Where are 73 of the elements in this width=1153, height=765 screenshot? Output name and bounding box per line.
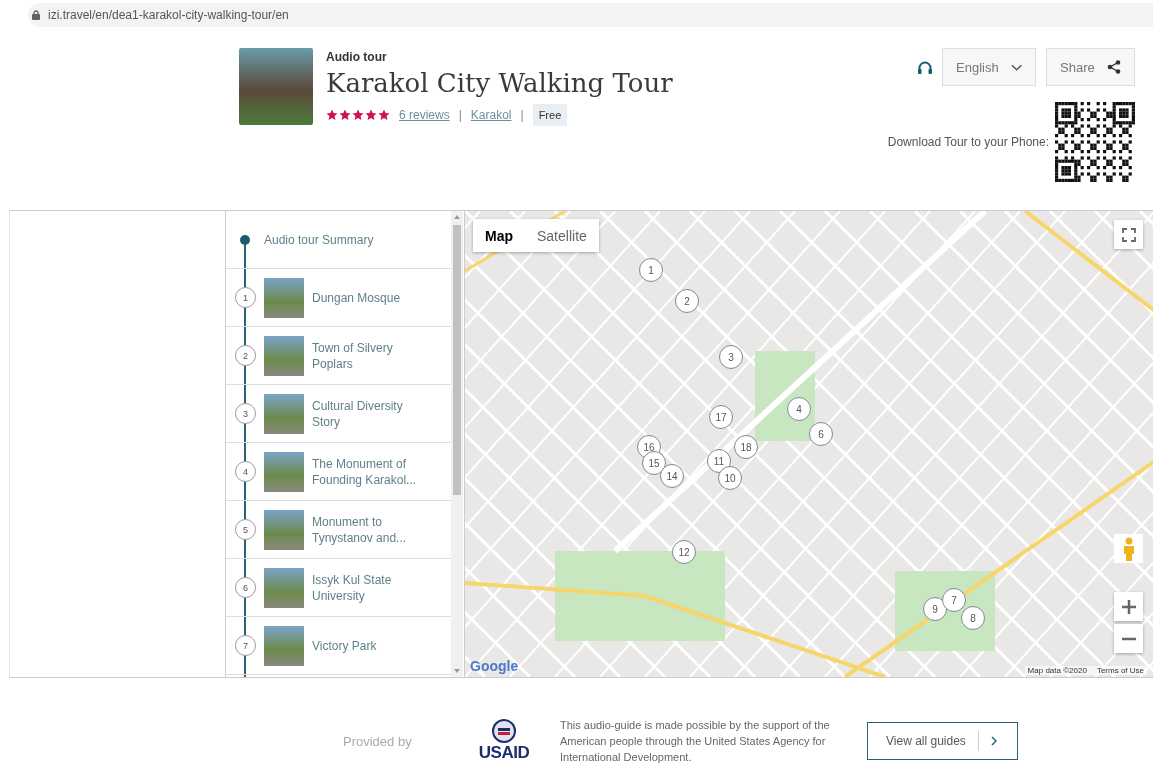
download-label: Download Tour to your Phone: <box>887 135 1049 149</box>
stop-photo-placeholder <box>264 451 304 492</box>
map-type-tab[interactable]: Map <box>473 219 525 252</box>
stop-number: 4 <box>235 461 256 482</box>
fullscreen-icon <box>1121 227 1136 242</box>
fullscreen-button[interactable] <box>1114 220 1143 249</box>
stop-number: 2 <box>235 345 256 366</box>
stop-item[interactable]: 5 Monument to Tynystanov and... <box>226 501 451 559</box>
stop-number: 7 <box>235 635 256 656</box>
stop-photo-placeholder <box>264 509 304 550</box>
map-marker[interactable]: 14 <box>660 464 684 488</box>
map-marker[interactable]: 6 <box>809 422 833 446</box>
stop-photo-placeholder <box>264 335 304 376</box>
stop-photo-placeholder <box>264 393 304 434</box>
share-icon <box>1106 60 1121 74</box>
map-marker[interactable]: 12 <box>672 540 696 564</box>
chevron-right-icon <box>990 736 997 746</box>
plus-icon <box>1121 599 1136 614</box>
stop-number: 1 <box>235 287 256 308</box>
chevron-down-icon <box>1010 63 1022 71</box>
dot-icon <box>240 234 250 245</box>
stop-number: 3 <box>235 403 256 424</box>
map-marker[interactable]: 2 <box>675 289 699 313</box>
stop-photo-placeholder <box>264 625 304 666</box>
stop-photo-placeholder <box>264 567 304 608</box>
map-type-tab[interactable]: Satellite <box>525 219 599 252</box>
stop-item[interactable]: 6 Issyk Kul State University <box>226 559 451 617</box>
map-marker[interactable]: 1 <box>639 258 663 282</box>
scroll-down-icon <box>454 669 460 673</box>
stop-item[interactable]: 4 The Monument of Founding Karakol... <box>226 443 451 501</box>
language-dropdown[interactable]: English <box>942 48 1036 86</box>
stop-number: 5 <box>235 519 256 540</box>
stop-title: Monument to Tynystanov and... <box>312 513 408 546</box>
sponsor-note: This audio-guide is made possible by the support of the American people through the United States Agency for International Development. <box>560 718 830 765</box>
seal-icon <box>492 719 516 743</box>
share-button[interactable]: Share <box>1046 48 1135 86</box>
stop-item[interactable]: 1 Dungan Mosque <box>226 269 451 327</box>
view-all-guides-button[interactable]: View all guides <box>867 722 1018 760</box>
person-icon <box>1122 536 1135 561</box>
reviews-link[interactable]: 6 reviews <box>399 108 450 122</box>
stop-title: The Monument of Founding Karakol... <box>312 455 418 488</box>
terms-link[interactable]: Terms of Use <box>1096 666 1144 675</box>
scrollbar[interactable] <box>451 211 463 677</box>
map-attribution: Map data ©2020 <box>1027 666 1087 675</box>
city-link[interactable]: Karakol <box>470 108 512 122</box>
headphones-icon <box>918 60 932 74</box>
stop-number: 6 <box>235 577 256 598</box>
map-marker[interactable]: 18 <box>734 435 758 459</box>
separator-text: | <box>458 108 462 122</box>
stop-item[interactable]: 3 Cultural Diversity Story <box>226 385 451 443</box>
provider-label: Provided by <box>343 733 413 749</box>
stop-title: Cultural Diversity Story <box>312 397 404 430</box>
stop-title: Dungan Mosque <box>312 289 402 306</box>
stop-photo-placeholder <box>264 277 304 318</box>
map-marker[interactable]: 3 <box>719 345 743 369</box>
tour-title: Karakol City Walking Tour <box>326 68 673 98</box>
price-tag: Free <box>532 104 568 126</box>
stop-item[interactable]: 2 Town of Silvery Poplars <box>226 327 451 385</box>
zoom-in-button[interactable] <box>1114 592 1143 621</box>
map-marker[interactable]: 17 <box>709 405 733 429</box>
map-marker[interactable]: 10 <box>718 466 742 490</box>
stop-title: Victory Park <box>312 637 378 654</box>
zoom-out-button[interactable] <box>1114 624 1143 653</box>
stop-item[interactable]: 7 Victory Park <box>226 617 451 675</box>
separator-text: | <box>520 108 524 122</box>
usaid-logo-text: USAID <box>478 743 530 763</box>
stop-title: Town of Silvery Poplars <box>312 339 394 372</box>
scroll-up-icon <box>454 215 460 219</box>
stop-title: Issyk Kul State University <box>312 571 393 604</box>
tour-type-label: Audio tour <box>326 50 388 64</box>
map-logo: Google <box>470 658 519 674</box>
address-field[interactable]: izi.travel/en/dea1-karakol-city-walking-tour/en <box>28 3 1153 27</box>
lock-icon <box>32 10 40 20</box>
